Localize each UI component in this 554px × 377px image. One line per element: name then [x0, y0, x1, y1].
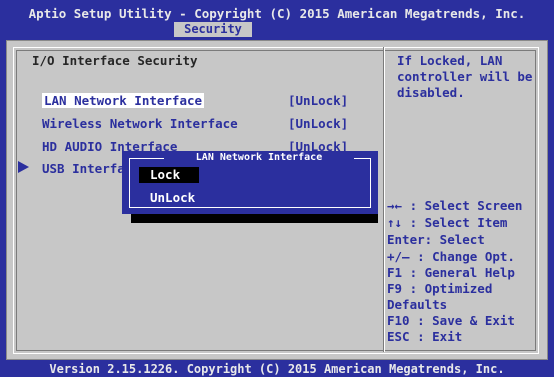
lan-label: LAN Network Interface [42, 93, 205, 108]
help-key-enter: Enter: Select [387, 232, 485, 247]
tab-security[interactable]: Security [174, 22, 252, 37]
version-text: Version 2.15.1226. Copyright (C) 2015 Am… [49, 362, 505, 376]
help-key-esc: ESC : Exit [387, 329, 463, 344]
help-key-select-screen: →← : Select Screen [387, 198, 523, 213]
help-key-defaults: Defaults [387, 297, 448, 312]
help-key-f10: F10 : Save & Exit [387, 313, 515, 328]
app-title: Aptio Setup Utility - Copyright (C) 2015… [28, 6, 526, 21]
help-key-f1: F1 : General Help [387, 265, 515, 280]
submenu-arrow-icon [18, 161, 29, 173]
option-unlock[interactable]: UnLock [150, 190, 195, 205]
page-title: I/O Interface Security [32, 53, 198, 68]
help-key-change-opt: +/— : Change Opt. [387, 249, 515, 264]
footer-bar: Version 2.15.1226. Copyright (C) 2015 Am… [0, 360, 554, 377]
wireless-value[interactable]: [UnLock] [288, 116, 348, 131]
wireless-label[interactable]: Wireless Network Interface [42, 116, 238, 131]
help-description: If Locked, LAN controller will be disabl… [397, 53, 533, 100]
option-lock[interactable]: Lock [139, 167, 199, 183]
divider-light [384, 47, 385, 352]
help-key-f9: F9 : Optimized [387, 281, 493, 296]
lan-value[interactable]: [UnLock] [288, 93, 348, 108]
popup-shadow [131, 214, 378, 223]
help-key-select-item: ↑↓ : Select Item [387, 215, 508, 230]
header-bar: Aptio Setup Utility - Copyright (C) 2015… [0, 0, 554, 40]
popup-title: LAN Network Interface [164, 152, 354, 163]
lan-item[interactable]: LAN Network Interface [42, 93, 205, 108]
